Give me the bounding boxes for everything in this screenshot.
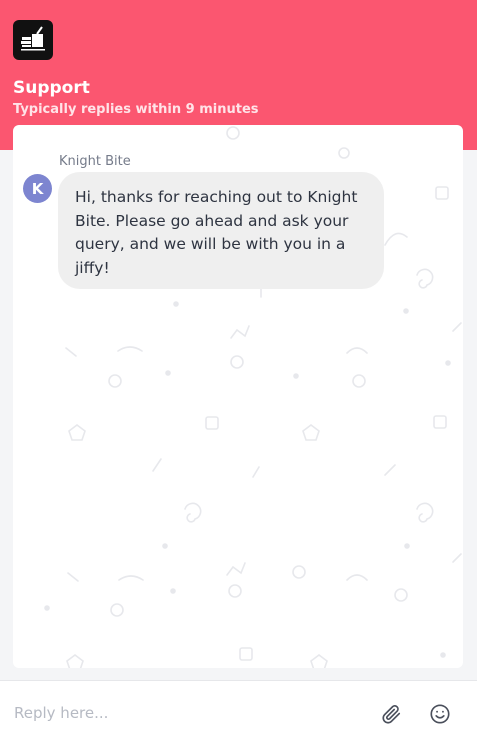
composer xyxy=(0,680,477,740)
message-bubble: Hi, thanks for reaching out to Knight Bi… xyxy=(58,172,384,289)
smiley-icon[interactable] xyxy=(427,701,453,727)
paperclip-icon[interactable] xyxy=(378,701,404,727)
reply-input[interactable] xyxy=(14,699,344,727)
sender-name: Knight Bite xyxy=(59,154,131,169)
support-title: Support xyxy=(13,78,90,98)
message-panel[interactable]: Knight Bite K Hi, thanks for reaching ou… xyxy=(13,125,463,668)
food-delivery-icon xyxy=(13,20,53,60)
reply-time-subtitle: Typically replies within 9 minutes xyxy=(13,102,259,117)
avatar: K xyxy=(23,174,52,203)
